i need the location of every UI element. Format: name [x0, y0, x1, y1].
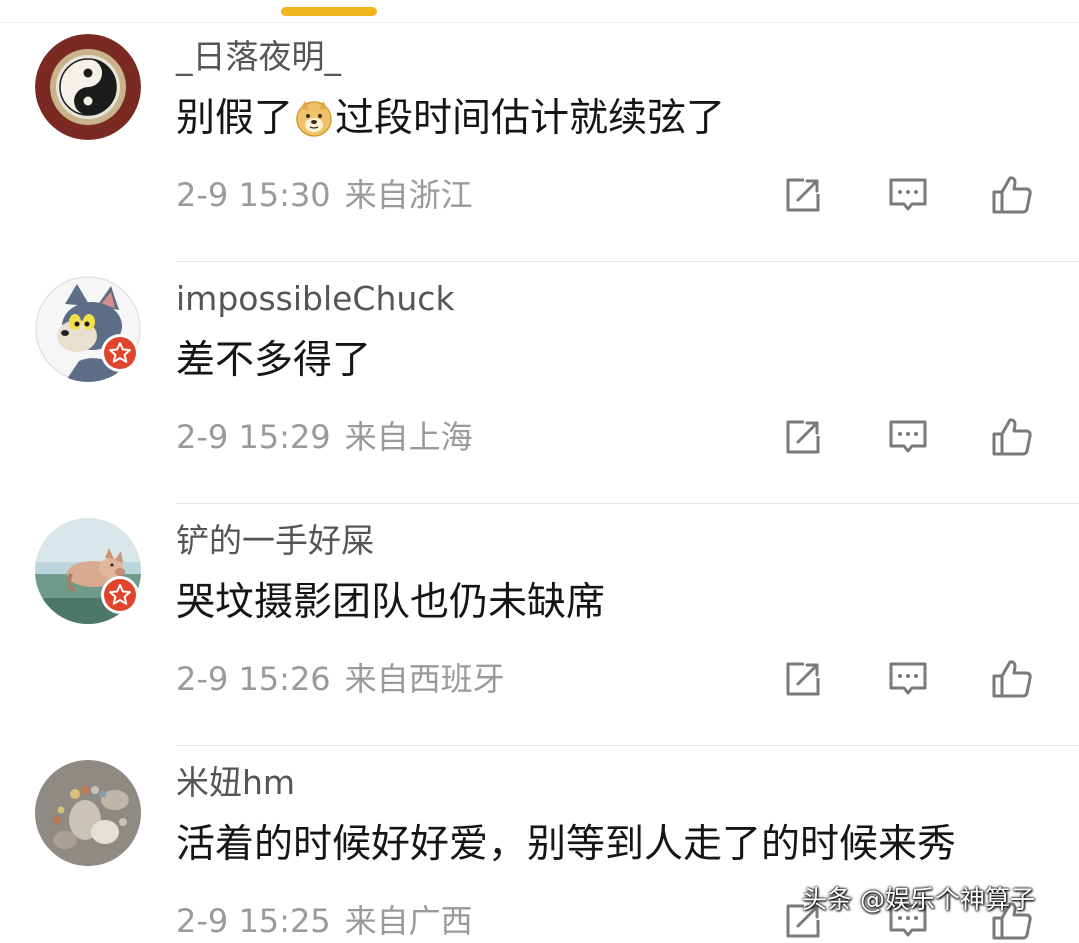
like-button[interactable]: [990, 173, 1034, 217]
comment-item: impossibleChuck 差不多得了 2-9 15:29 来自上海: [0, 265, 1079, 507]
comment-time: 2-9 15:30: [176, 176, 331, 214]
comment-reply-icon: [889, 420, 927, 453]
comment-text: 哭坟摄影团队也仍未缺席: [176, 580, 606, 625]
verified-badge: [101, 334, 139, 372]
comment-time: 2-9 15:26: [176, 660, 331, 698]
avatar[interactable]: [35, 760, 141, 866]
comment-divider: [176, 503, 1079, 504]
thumbs-up-icon: [992, 418, 1032, 456]
share-edit-button[interactable]: [780, 173, 824, 217]
comment-text: 差不多得了: [176, 338, 372, 383]
comment-location: 来自西班牙: [344, 660, 505, 698]
comment-divider: [176, 261, 1079, 262]
username[interactable]: 铲的一手好屎: [176, 519, 374, 563]
share-edit-button[interactable]: [780, 415, 824, 459]
reply-button[interactable]: [886, 173, 930, 217]
comment-meta: 2-9 15:30 来自浙江: [176, 173, 473, 217]
comment-text: 别假了 过段时间估计就续弦了: [176, 93, 725, 145]
username[interactable]: 米妞hm: [176, 761, 295, 805]
comment-item: _日落夜明_ 别假了 过段时间估计就续弦了 2-9 15:30 来自浙江: [0, 23, 1079, 265]
comment-text-part: 过段时间估计就续弦了: [335, 96, 726, 141]
avatar[interactable]: [35, 34, 141, 140]
comment-meta: 2-9 15:29 来自上海: [176, 415, 473, 459]
comment-time: 2-9 15:25: [176, 902, 331, 940]
comment-location: 来自上海: [344, 418, 473, 456]
share-edit-icon: [786, 420, 820, 454]
pebble-footprints-avatar: [35, 760, 141, 866]
doge-emoji-icon: [295, 99, 333, 137]
comment-location: 来自浙江: [344, 176, 473, 214]
thumbs-up-icon: [992, 660, 1032, 698]
comment-location: 来自广西: [344, 902, 473, 940]
comment-item: 铲的一手好屎 哭坟摄影团队也仍未缺席 2-9 15:26 来自西班牙: [0, 507, 1079, 749]
username[interactable]: _日落夜明_: [176, 35, 341, 79]
comment-time: 2-9 15:29: [176, 418, 331, 456]
comment-meta: 2-9 15:25 来自广西: [176, 899, 473, 943]
tab-indicator: [281, 7, 377, 16]
comment-text-part: 别假了: [176, 96, 294, 141]
share-edit-button[interactable]: [780, 657, 824, 701]
thumbs-up-icon: [992, 176, 1032, 214]
username[interactable]: impossibleChuck: [176, 277, 455, 321]
star-badge-icon: [104, 337, 136, 369]
verified-badge: [101, 576, 139, 614]
reply-button[interactable]: [886, 657, 930, 701]
comment-meta: 2-9 15:26 来自西班牙: [176, 657, 505, 701]
comment-text: 活着的时候好好爱，别等到人走了的时候来秀: [176, 822, 957, 867]
comment-reply-icon: [889, 662, 927, 695]
reply-button[interactable]: [886, 415, 930, 459]
yin-yang-avatar: [35, 34, 141, 140]
like-button[interactable]: [990, 415, 1034, 459]
comment-divider: [176, 745, 1079, 746]
comment-reply-icon: [889, 178, 927, 211]
star-badge-icon: [104, 579, 136, 611]
like-button[interactable]: [990, 657, 1034, 701]
watermark: 头条 @娱乐个神算子: [802, 885, 1035, 914]
share-edit-icon: [786, 662, 820, 696]
share-edit-icon: [786, 178, 820, 212]
